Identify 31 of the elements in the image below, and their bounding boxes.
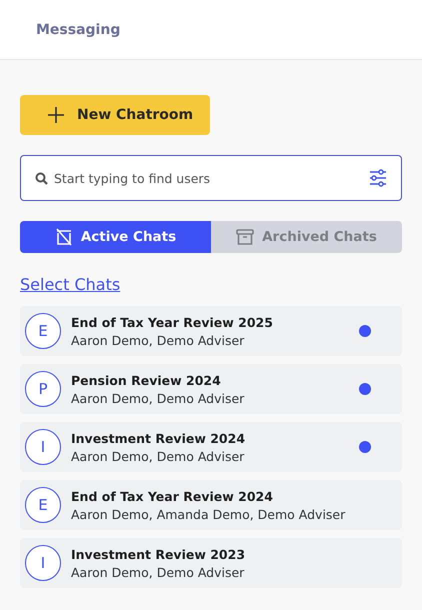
- avatar-initial: I: [25, 429, 61, 465]
- chat-item[interactable]: E End of Tax Year Review 2025 Aaron Demo, Demo Adviser: [20, 306, 402, 356]
- chat-item[interactable]: P Pension Review 2024 Aaron Demo, Demo Adviser: [20, 364, 402, 414]
- plus-icon: [47, 106, 65, 124]
- chat-item[interactable]: I Investment Review 2023 Aaron Demo, Demo Adviser: [20, 538, 402, 588]
- chat-title: Pension Review 2024: [71, 372, 222, 388]
- chat-members: Aaron Demo, Demo Adviser: [71, 564, 246, 580]
- chat-members: Aaron Demo, Demo Adviser: [71, 332, 246, 348]
- avatar-initial: P: [25, 371, 61, 407]
- chat-item[interactable]: I Investment Review 2024 Aaron Demo, Demo Adviser: [20, 422, 402, 472]
- avatar-initial: E: [25, 313, 61, 349]
- chat-members: Aaron Demo, Amanda Demo, Demo Adviser: [71, 506, 346, 522]
- chat-title: End of Tax Year Review 2024: [71, 488, 274, 504]
- chat-title: Investment Review 2023: [71, 546, 246, 562]
- page-title: Messaging: [36, 22, 120, 38]
- chat-members: Aaron Demo, Demo Adviser: [71, 448, 246, 464]
- archive-icon: [236, 228, 254, 246]
- search-bar[interactable]: Start typing to find users: [20, 155, 402, 201]
- avatar-initial: E: [25, 487, 61, 523]
- chat-members: Aaron Demo, Demo Adviser: [71, 390, 246, 406]
- select-chats-link[interactable]: Select Chats: [20, 275, 120, 294]
- new-chatroom-button[interactable]: New Chatroom: [20, 95, 210, 135]
- avatar-initial: I: [25, 545, 61, 581]
- chat-title: End of Tax Year Review 2025: [71, 314, 274, 330]
- filter-icon[interactable]: [369, 169, 387, 187]
- chat-title: Investment Review 2024: [71, 430, 246, 446]
- search-field[interactable]: Start typing to find users: [52, 170, 365, 186]
- chat-item[interactable]: E End of Tax Year Review 2024 Aaron Demo, Amanda Demo, Demo Adviser: [20, 480, 402, 530]
- chat-tab[interactable]: Active Chats: [20, 221, 211, 253]
- search-icon: [35, 172, 48, 184]
- crossed-box-icon: [54, 228, 73, 246]
